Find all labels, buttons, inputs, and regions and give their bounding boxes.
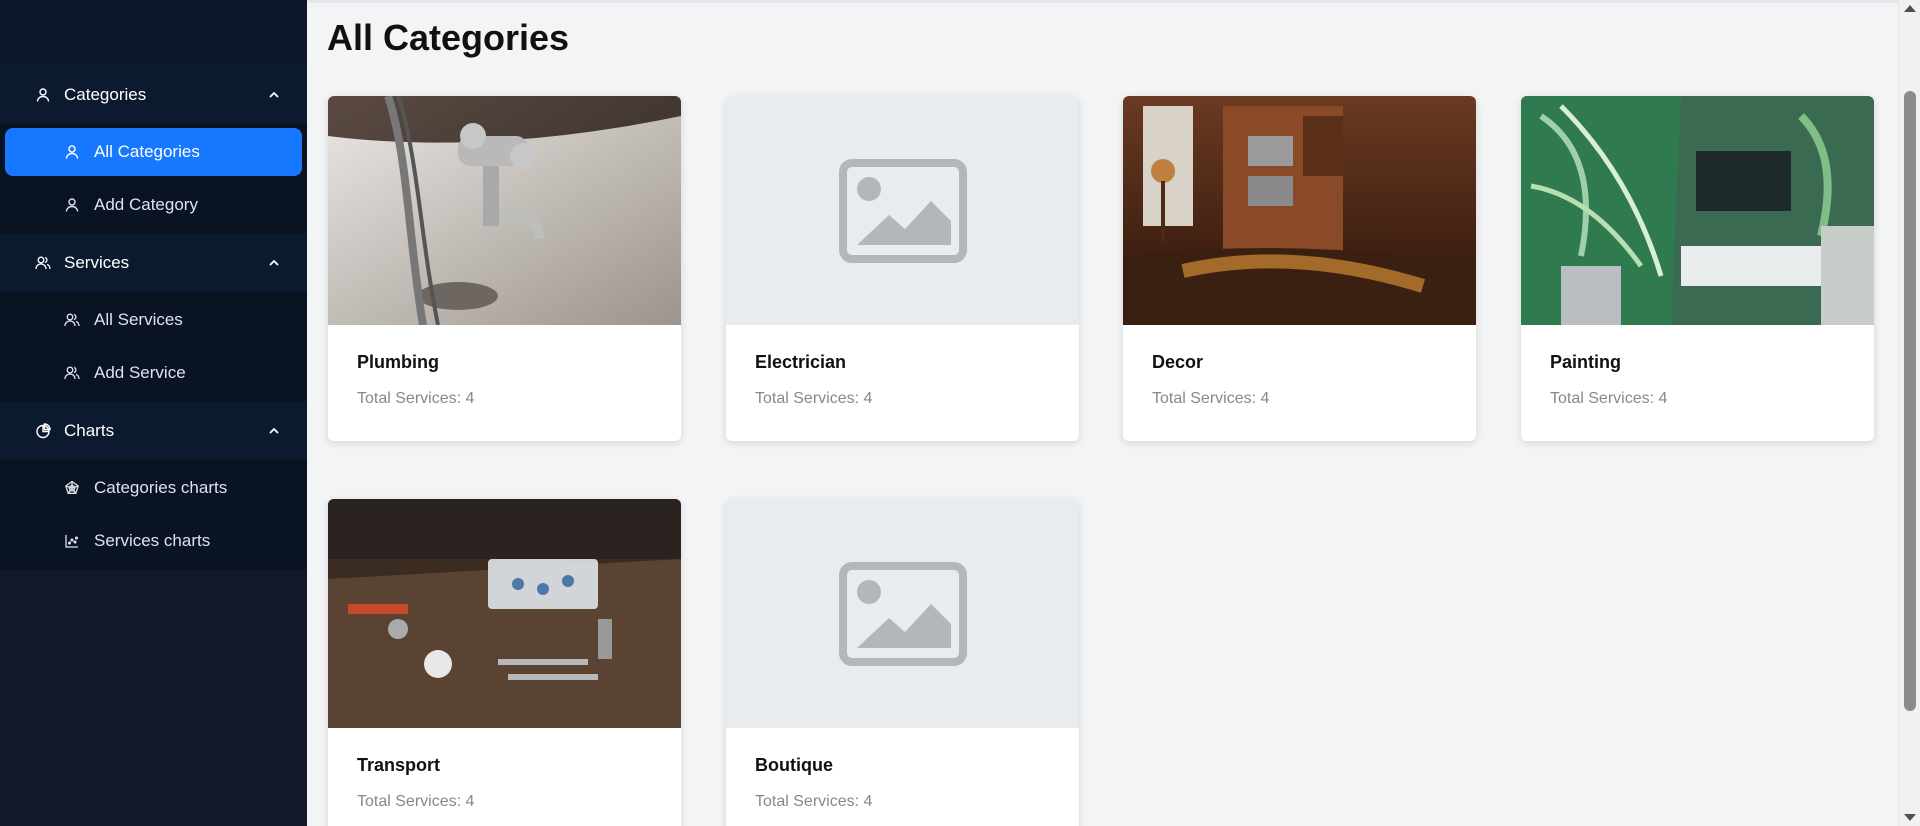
category-card-electrician[interactable]: Electrician Total Services: 4 [726, 96, 1079, 441]
faucet-photo-icon [328, 96, 681, 325]
category-card-decor[interactable]: Decor Total Services: 4 [1123, 96, 1476, 441]
dot-chart-icon [63, 532, 81, 550]
card-image [328, 96, 681, 325]
users-icon [63, 364, 81, 382]
card-count: Total Services: 4 [755, 390, 873, 407]
sidebar-item-all-services[interactable]: All Services [5, 296, 302, 344]
nav-children-categories: All Categories Add Category [0, 124, 307, 234]
card-image-placeholder [726, 499, 1079, 728]
sidebar-item-label: Services charts [94, 531, 211, 550]
living-room-photo-icon [1521, 96, 1874, 325]
card-count: Total Services: 4 [357, 390, 475, 407]
user-icon [34, 86, 52, 104]
sidebar-logo-area [0, 0, 307, 66]
top-divider [307, 0, 1898, 3]
radar-chart-icon [63, 479, 81, 497]
tools-photo-icon [328, 499, 681, 728]
nav-children-charts: Categories charts Services charts [0, 460, 307, 570]
card-title: Electrician [755, 352, 847, 372]
kitchen-photo-icon [1123, 96, 1476, 325]
sidebar-item-all-categories[interactable]: All Categories [5, 128, 302, 176]
sidebar-item-services-charts[interactable]: Services charts [5, 517, 302, 565]
card-count: Total Services: 4 [1152, 390, 1270, 407]
nav-group-label: Services [64, 253, 130, 272]
chevron-up-icon [265, 254, 283, 272]
card-count: Total Services: 4 [755, 793, 873, 810]
scroll-thumb[interactable] [1904, 91, 1916, 711]
sidebar-item-label: Add Service [94, 363, 186, 382]
card-image [1521, 96, 1874, 325]
nav-group-label: Charts [64, 421, 115, 440]
category-card-boutique[interactable]: Boutique Total Services: 4 [726, 499, 1079, 826]
user-icon [63, 196, 81, 214]
sidebar-item-categories-charts[interactable]: Categories charts [5, 464, 302, 512]
nav-group-label: Categories [64, 85, 147, 104]
vertical-scrollbar[interactable] [1898, 0, 1920, 826]
nav-group-charts[interactable]: Charts [0, 402, 307, 460]
chevron-up-icon [265, 86, 283, 104]
main-content: All Categories Plumbing Total Services: … [307, 0, 1898, 826]
image-placeholder-icon [838, 561, 967, 666]
card-count: Total Services: 4 [1550, 390, 1668, 407]
card-title: Boutique [755, 755, 833, 775]
sidebar-item-label: All Services [94, 310, 183, 329]
users-icon [63, 311, 81, 329]
card-image [328, 499, 681, 728]
card-title: Decor [1152, 352, 1204, 372]
pie-chart-icon [34, 422, 52, 440]
chevron-up-icon [265, 422, 283, 440]
card-title: Painting [1550, 352, 1621, 372]
category-card-painting[interactable]: Painting Total Services: 4 [1521, 96, 1874, 441]
nav-group-categories[interactable]: Categories [0, 66, 307, 124]
user-icon [63, 143, 81, 161]
category-card-plumbing[interactable]: Plumbing Total Services: 4 [328, 96, 681, 441]
image-placeholder-icon [838, 158, 967, 263]
sidebar-item-add-category[interactable]: Add Category [5, 181, 302, 229]
sidebar-item-add-service[interactable]: Add Service [5, 349, 302, 397]
users-icon [34, 254, 52, 272]
card-count: Total Services: 4 [357, 793, 475, 810]
sidebar-item-label: Categories charts [94, 478, 228, 497]
card-title: Transport [357, 755, 441, 775]
category-card-transport[interactable]: Transport Total Services: 4 [328, 499, 681, 826]
scroll-down-arrow-icon[interactable] [1904, 814, 1916, 821]
card-image [1123, 96, 1476, 325]
nav-children-services: All Services Add Service [0, 292, 307, 402]
card-image-placeholder [726, 96, 1079, 325]
sidebar: Categories All Categories Add Category S… [0, 0, 307, 826]
sidebar-item-label: Add Category [94, 195, 198, 214]
nav-group-services[interactable]: Services [0, 234, 307, 292]
page-title: All Categories [327, 17, 570, 58]
card-title: Plumbing [357, 352, 439, 372]
sidebar-item-label: All Categories [94, 142, 200, 161]
scroll-up-arrow-icon[interactable] [1904, 5, 1916, 12]
